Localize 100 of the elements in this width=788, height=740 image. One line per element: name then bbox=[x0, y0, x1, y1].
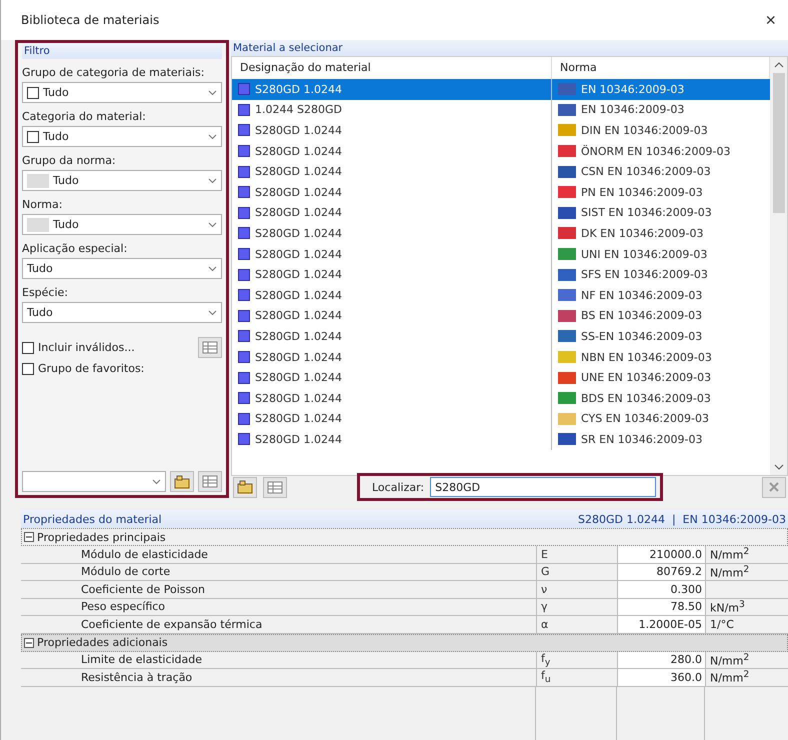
checkbox-label: Incluir inválidos... bbox=[38, 341, 136, 354]
property-name: Coeficiente de Poisson bbox=[80, 582, 206, 598]
field-label: Grupo da norma: bbox=[22, 154, 117, 167]
material-icon bbox=[238, 186, 250, 198]
dropdown[interactable]: Tudo bbox=[22, 302, 222, 323]
group-title: Propriedades principais bbox=[37, 530, 166, 544]
material-cell: S280GD 1.0244 bbox=[232, 120, 552, 141]
list-row[interactable]: S280GD 1.0244 UNI EN 10346:2009-03 bbox=[232, 244, 770, 264]
material-cell: S280GD 1.0244 bbox=[232, 202, 552, 224]
norm-cell: EN 10346:2009-03 bbox=[552, 82, 770, 96]
close-button[interactable]: × bbox=[761, 10, 780, 30]
property-name: Limite de elasticidade bbox=[80, 652, 204, 668]
material-icon bbox=[238, 124, 250, 136]
checkbox-label: Grupo de favoritos: bbox=[38, 362, 146, 375]
minus-icon[interactable] bbox=[24, 532, 34, 542]
dropdown[interactable]: Tudo bbox=[22, 214, 222, 235]
material-cell: S280GD 1.0244 bbox=[232, 79, 552, 100]
list-row[interactable]: S280GD 1.0244 DK EN 10346:2009-03 bbox=[232, 223, 770, 244]
list-row[interactable]: S280GD 1.0244 ÖNORM EN 10346:2009-03 bbox=[232, 140, 770, 162]
material-icon bbox=[238, 372, 250, 384]
field-label: Norma: bbox=[22, 198, 64, 211]
checkbox[interactable] bbox=[22, 342, 34, 354]
section-title: Propriedades do material bbox=[23, 512, 162, 526]
property-unit: N/mm$^{2}$ bbox=[705, 652, 788, 668]
dropdown[interactable]: Tudo bbox=[22, 258, 222, 279]
property-value: 210000.0 bbox=[617, 546, 705, 562]
search-label: Localizar: bbox=[372, 480, 424, 494]
material-cell: S280GD 1.0244 bbox=[232, 346, 552, 368]
swatch-icon bbox=[27, 218, 49, 232]
section-title: Material a selecionar bbox=[233, 42, 343, 54]
group-row[interactable]: Propriedades principais bbox=[21, 528, 788, 546]
new-folder-button[interactable] bbox=[233, 476, 257, 498]
property-name: Coeficiente de expansão térmica bbox=[80, 616, 264, 632]
material-cell: S280GD 1.0244 bbox=[232, 388, 552, 408]
norm-cell: PN EN 10346:2009-03 bbox=[552, 186, 770, 199]
table-icon bbox=[202, 341, 218, 354]
property-name: Peso específico bbox=[80, 599, 166, 615]
field-label: Grupo de categoria de materiais: bbox=[22, 66, 206, 79]
dropdown[interactable]: Tudo bbox=[22, 170, 222, 191]
list-row[interactable]: S280GD 1.0244 SS-EN 10346:2009-03 bbox=[232, 326, 770, 347]
material-icon bbox=[238, 248, 250, 260]
property-value: 360.0 bbox=[617, 669, 705, 686]
caret-icon bbox=[152, 478, 161, 484]
property-unit: 1/°C bbox=[705, 616, 788, 632]
list-row[interactable]: S280GD 1.0244 NF EN 10346:2009-03 bbox=[232, 284, 770, 306]
list-row[interactable]: S280GD 1.0244 SFS EN 10346:2009-03 bbox=[232, 264, 770, 285]
checkbox[interactable] bbox=[27, 86, 39, 98]
property-value: 280.0 bbox=[617, 652, 705, 668]
list-row[interactable]: S280GD 1.0244 BDS EN 10346:2009-03 bbox=[232, 388, 770, 408]
dropdown[interactable]: Tudo bbox=[22, 82, 222, 103]
new-folder-button[interactable] bbox=[170, 471, 194, 492]
material-cell: S280GD 1.0244 bbox=[232, 367, 552, 388]
norm-cell: CYS EN 10346:2009-03 bbox=[552, 412, 770, 426]
checkbox[interactable] bbox=[22, 362, 34, 374]
selected-material-label: S280GD 1.0244 | EN 10346:2009-03 bbox=[578, 512, 786, 526]
field-label: Aplicação especial: bbox=[22, 242, 128, 255]
list-row[interactable]: S280GD 1.0244 PN EN 10346:2009-03 bbox=[232, 182, 770, 203]
list-row[interactable]: 1.0244 S280GD EN 10346:2009-03 bbox=[232, 100, 770, 120]
material-cell: S280GD 1.0244 bbox=[232, 429, 552, 450]
close-icon bbox=[768, 481, 780, 493]
scrollbar[interactable] bbox=[770, 57, 787, 475]
property-name: Módulo de corte bbox=[80, 564, 172, 580]
list-row[interactable]: S280GD 1.0244 SR EN 10346:2009-03 bbox=[232, 429, 770, 450]
material-icon bbox=[238, 351, 250, 364]
property-value: 0.300 bbox=[617, 581, 705, 598]
property-value: 78.50 bbox=[617, 598, 705, 615]
material-icon bbox=[238, 412, 250, 425]
caret-icon bbox=[208, 310, 217, 316]
material-cell: S280GD 1.0244 bbox=[232, 408, 552, 430]
material-icon bbox=[238, 104, 250, 116]
table-button[interactable] bbox=[198, 337, 222, 358]
window-title: Biblioteca de materiais bbox=[21, 13, 160, 27]
scroll-down-icon[interactable] bbox=[774, 463, 784, 471]
table-button[interactable] bbox=[263, 476, 287, 498]
property-value: 80769.2 bbox=[617, 564, 705, 580]
list-row[interactable]: S280GD 1.0244 SIST EN 10346:2009-03 bbox=[232, 202, 770, 224]
list-row[interactable]: S280GD 1.0244 NBN EN 10346:2009-03 bbox=[232, 346, 770, 368]
material-icon bbox=[238, 330, 250, 342]
group-title: Propriedades adicionais bbox=[37, 636, 168, 649]
property-unit: N/mm$^{2}$ bbox=[705, 669, 788, 686]
list-row[interactable]: S280GD 1.0244 UNE EN 10346:2009-03 bbox=[232, 367, 770, 388]
scrollbar-thumb[interactable] bbox=[772, 73, 784, 213]
norm-cell: CSN EN 10346:2009-03 bbox=[552, 165, 770, 178]
minus-icon[interactable] bbox=[24, 638, 34, 648]
dropdown[interactable]: Tudo bbox=[22, 126, 222, 147]
norm-cell: ÖNORM EN 10346:2009-03 bbox=[552, 144, 770, 158]
scroll-up-icon[interactable] bbox=[774, 61, 784, 69]
list-row[interactable]: S280GD 1.0244 EN 10346:2009-03 bbox=[232, 79, 770, 100]
group-row[interactable]: Propriedades adicionais bbox=[21, 634, 788, 652]
property-name: Módulo de elasticidade bbox=[80, 546, 209, 562]
checkbox[interactable] bbox=[27, 130, 39, 142]
property-name: Resistência à tração bbox=[80, 670, 194, 686]
search-field[interactable]: S280GD bbox=[430, 477, 656, 497]
list-row[interactable]: S280GD 1.0244 CYS EN 10346:2009-03 bbox=[232, 408, 770, 430]
table-button[interactable] bbox=[198, 471, 222, 492]
list-row[interactable]: S280GD 1.0244 BS EN 10346:2009-03 bbox=[232, 306, 770, 326]
list-row[interactable]: S280GD 1.0244 CSN EN 10346:2009-03 bbox=[232, 161, 770, 182]
material-icon bbox=[238, 310, 250, 322]
norm-cell: SR EN 10346:2009-03 bbox=[552, 432, 770, 446]
list-row[interactable]: S280GD 1.0244 DIN EN 10346:2009-03 bbox=[232, 120, 770, 141]
